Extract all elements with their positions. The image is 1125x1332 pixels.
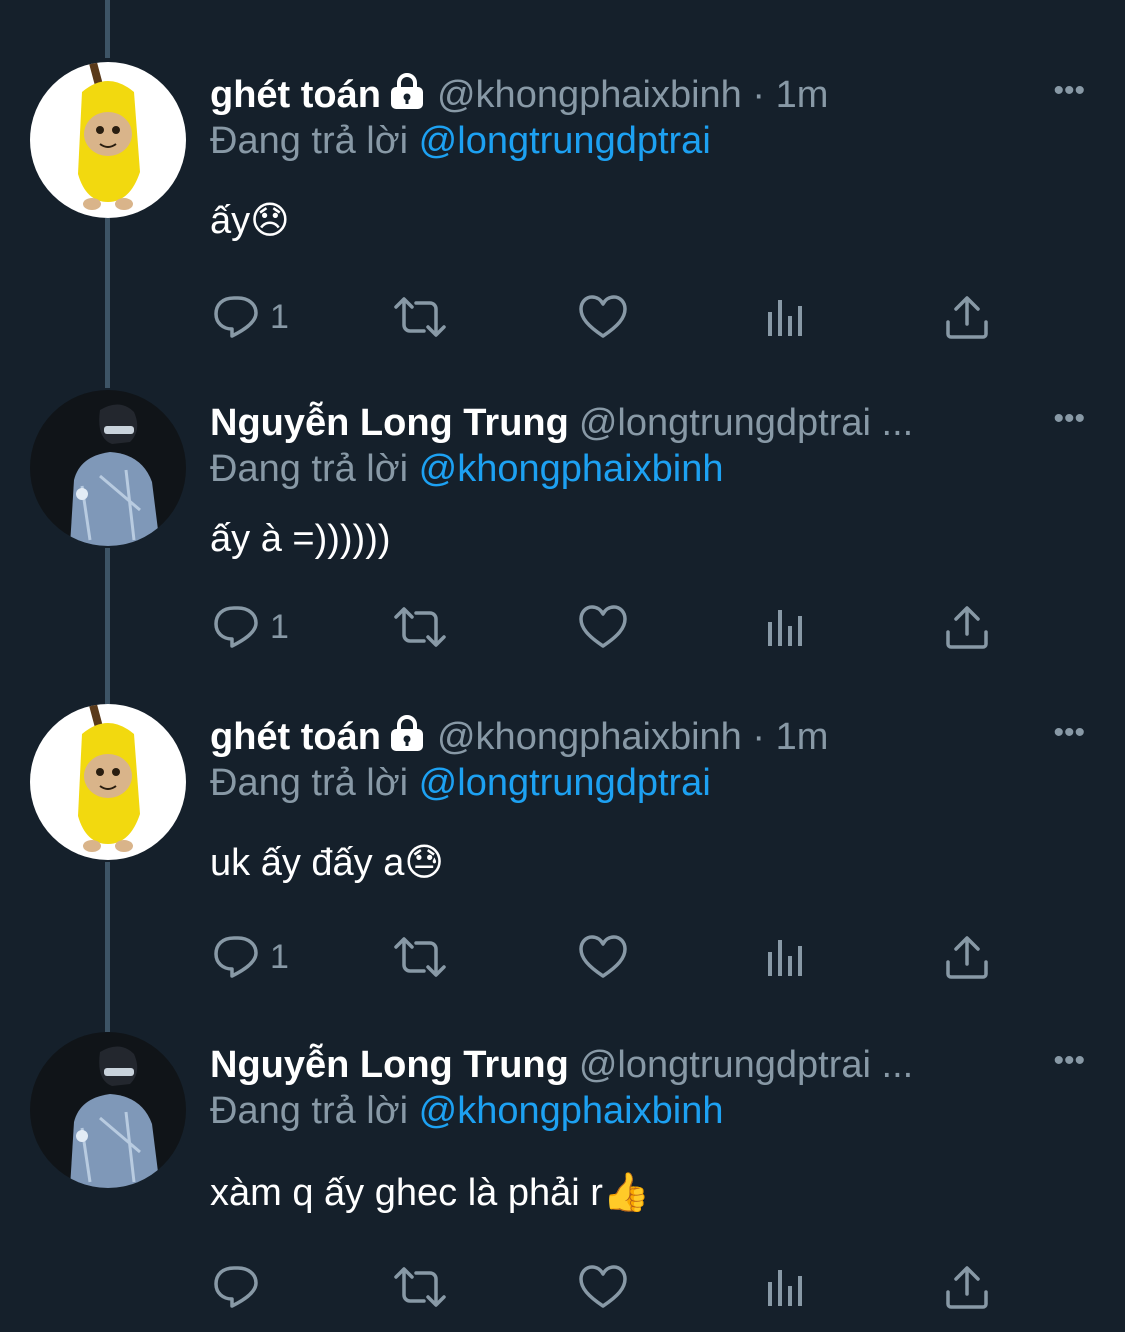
tweet[interactable]: ghét toán @khongphaixbinh · 1m ••• Đang t… <box>0 704 1125 1004</box>
replying-label: Đang trả lời <box>210 1090 409 1132</box>
share-button[interactable] <box>944 932 990 982</box>
avatar[interactable] <box>30 704 186 860</box>
action-bar: 1 <box>0 932 1125 982</box>
replying-to: Đang trả lời @longtrungdptrai <box>210 118 711 164</box>
retweet-icon <box>394 607 446 647</box>
lock-icon <box>387 715 427 762</box>
reply-icon <box>214 296 258 338</box>
mention-link[interactable]: @longtrungdptrai <box>419 120 711 162</box>
user-handle[interactable]: @longtrungdptrai ... <box>579 1044 913 1086</box>
tweet-text: ấy😞 <box>210 200 290 242</box>
analytics-button[interactable] <box>766 602 806 652</box>
more-icon[interactable]: ••• <box>1053 1046 1085 1076</box>
replying-to: Đang trả lời @longtrungdptrai <box>210 760 711 806</box>
like-icon <box>579 295 627 338</box>
retweet-button[interactable] <box>392 602 448 652</box>
tweet-text: ấy à =)))))) <box>210 518 391 560</box>
user-handle[interactable]: @longtrungdptrai ... <box>579 402 913 444</box>
display-name[interactable]: Nguyễn Long Trung <box>210 1044 569 1086</box>
display-name[interactable]: ghét toán <box>210 74 381 116</box>
timestamp[interactable]: · 1m <box>752 716 828 758</box>
replying-to: Đang trả lời @khongphaixbinh <box>210 446 723 492</box>
reply-count: 1 <box>270 297 289 336</box>
reply-button[interactable]: 1 <box>212 932 289 982</box>
share-icon <box>946 936 988 979</box>
tweet-header: Nguyễn Long Trung @longtrungdptrai ... <box>210 400 1005 446</box>
avatar[interactable] <box>30 62 186 218</box>
user-handle[interactable]: @khongphaixbinh <box>437 716 742 758</box>
analytics-icon <box>768 610 802 646</box>
tweet-text: xàm q ấy ghec là phải r👍 <box>210 1172 651 1214</box>
reply-icon <box>214 606 258 648</box>
banana-cat-avatar <box>30 62 186 218</box>
analytics-button[interactable] <box>766 1262 806 1312</box>
analytics-button[interactable] <box>766 932 806 982</box>
retweet-button[interactable] <box>392 1262 448 1312</box>
tweet-text: uk ấy đấy a😓 <box>210 842 444 884</box>
retweet-icon <box>394 297 446 337</box>
lock-icon <box>387 73 427 120</box>
analytics-icon <box>768 940 802 976</box>
analytics-button[interactable] <box>766 292 806 342</box>
reply-icon <box>214 1266 258 1308</box>
analytics-icon <box>768 300 802 336</box>
reply-count: 1 <box>270 607 289 646</box>
retweet-icon <box>394 1267 446 1307</box>
banana-cat-avatar <box>30 704 186 860</box>
retweet-icon <box>394 937 446 977</box>
like-button[interactable] <box>578 932 628 982</box>
tweet-header: Nguyễn Long Trung @longtrungdptrai ... <box>210 1042 1005 1088</box>
reply-count: 1 <box>270 937 289 976</box>
tweet-header: ghét toán @khongphaixbinh · 1m <box>210 714 1005 762</box>
replying-label: Đang trả lời <box>210 762 409 804</box>
like-button[interactable] <box>578 292 628 342</box>
tweet[interactable]: Nguyễn Long Trung @longtrungdptrai ... ••… <box>0 390 1125 680</box>
share-icon <box>946 296 988 339</box>
mention-link[interactable]: @khongphaixbinh <box>419 1090 724 1132</box>
share-button[interactable] <box>944 1262 990 1312</box>
reply-button[interactable] <box>212 1262 270 1312</box>
like-icon <box>579 1265 627 1308</box>
mention-link[interactable]: @khongphaixbinh <box>419 448 724 490</box>
avatar[interactable] <box>30 1032 186 1188</box>
share-button[interactable] <box>944 602 990 652</box>
person-photo-avatar <box>30 390 186 546</box>
retweet-button[interactable] <box>392 292 448 342</box>
replying-label: Đang trả lời <box>210 120 409 162</box>
tweet[interactable]: ghét toán @khongphaixbinh · 1m ••• Đang t… <box>0 62 1125 352</box>
share-button[interactable] <box>944 292 990 342</box>
mention-link[interactable]: @longtrungdptrai <box>419 762 711 804</box>
replying-to: Đang trả lời @khongphaixbinh <box>210 1088 723 1134</box>
person-photo-avatar <box>30 1032 186 1188</box>
action-bar: 1 <box>0 602 1125 652</box>
avatar[interactable] <box>30 390 186 546</box>
more-icon[interactable]: ••• <box>1053 76 1085 106</box>
more-icon[interactable]: ••• <box>1053 718 1085 748</box>
like-button[interactable] <box>578 1262 628 1312</box>
reply-button[interactable]: 1 <box>212 292 289 342</box>
action-bar: 1 <box>0 292 1125 342</box>
share-icon <box>946 606 988 649</box>
share-icon <box>946 1266 988 1309</box>
replying-label: Đang trả lời <box>210 448 409 490</box>
action-bar <box>0 1262 1125 1312</box>
thread-line <box>105 0 110 58</box>
reply-icon <box>214 936 258 978</box>
more-icon[interactable]: ••• <box>1053 404 1085 434</box>
like-icon <box>579 605 627 648</box>
tweet-header: ghét toán @khongphaixbinh · 1m <box>210 72 1005 120</box>
retweet-button[interactable] <box>392 932 448 982</box>
reply-button[interactable]: 1 <box>212 602 289 652</box>
like-button[interactable] <box>578 602 628 652</box>
analytics-icon <box>768 1270 802 1306</box>
tweet[interactable]: Nguyễn Long Trung @longtrungdptrai ... ••… <box>0 1032 1125 1332</box>
display-name[interactable]: Nguyễn Long Trung <box>210 402 569 444</box>
user-handle[interactable]: @khongphaixbinh <box>437 74 742 116</box>
display-name[interactable]: ghét toán <box>210 716 381 758</box>
like-icon <box>579 935 627 978</box>
timestamp[interactable]: · 1m <box>752 74 828 116</box>
